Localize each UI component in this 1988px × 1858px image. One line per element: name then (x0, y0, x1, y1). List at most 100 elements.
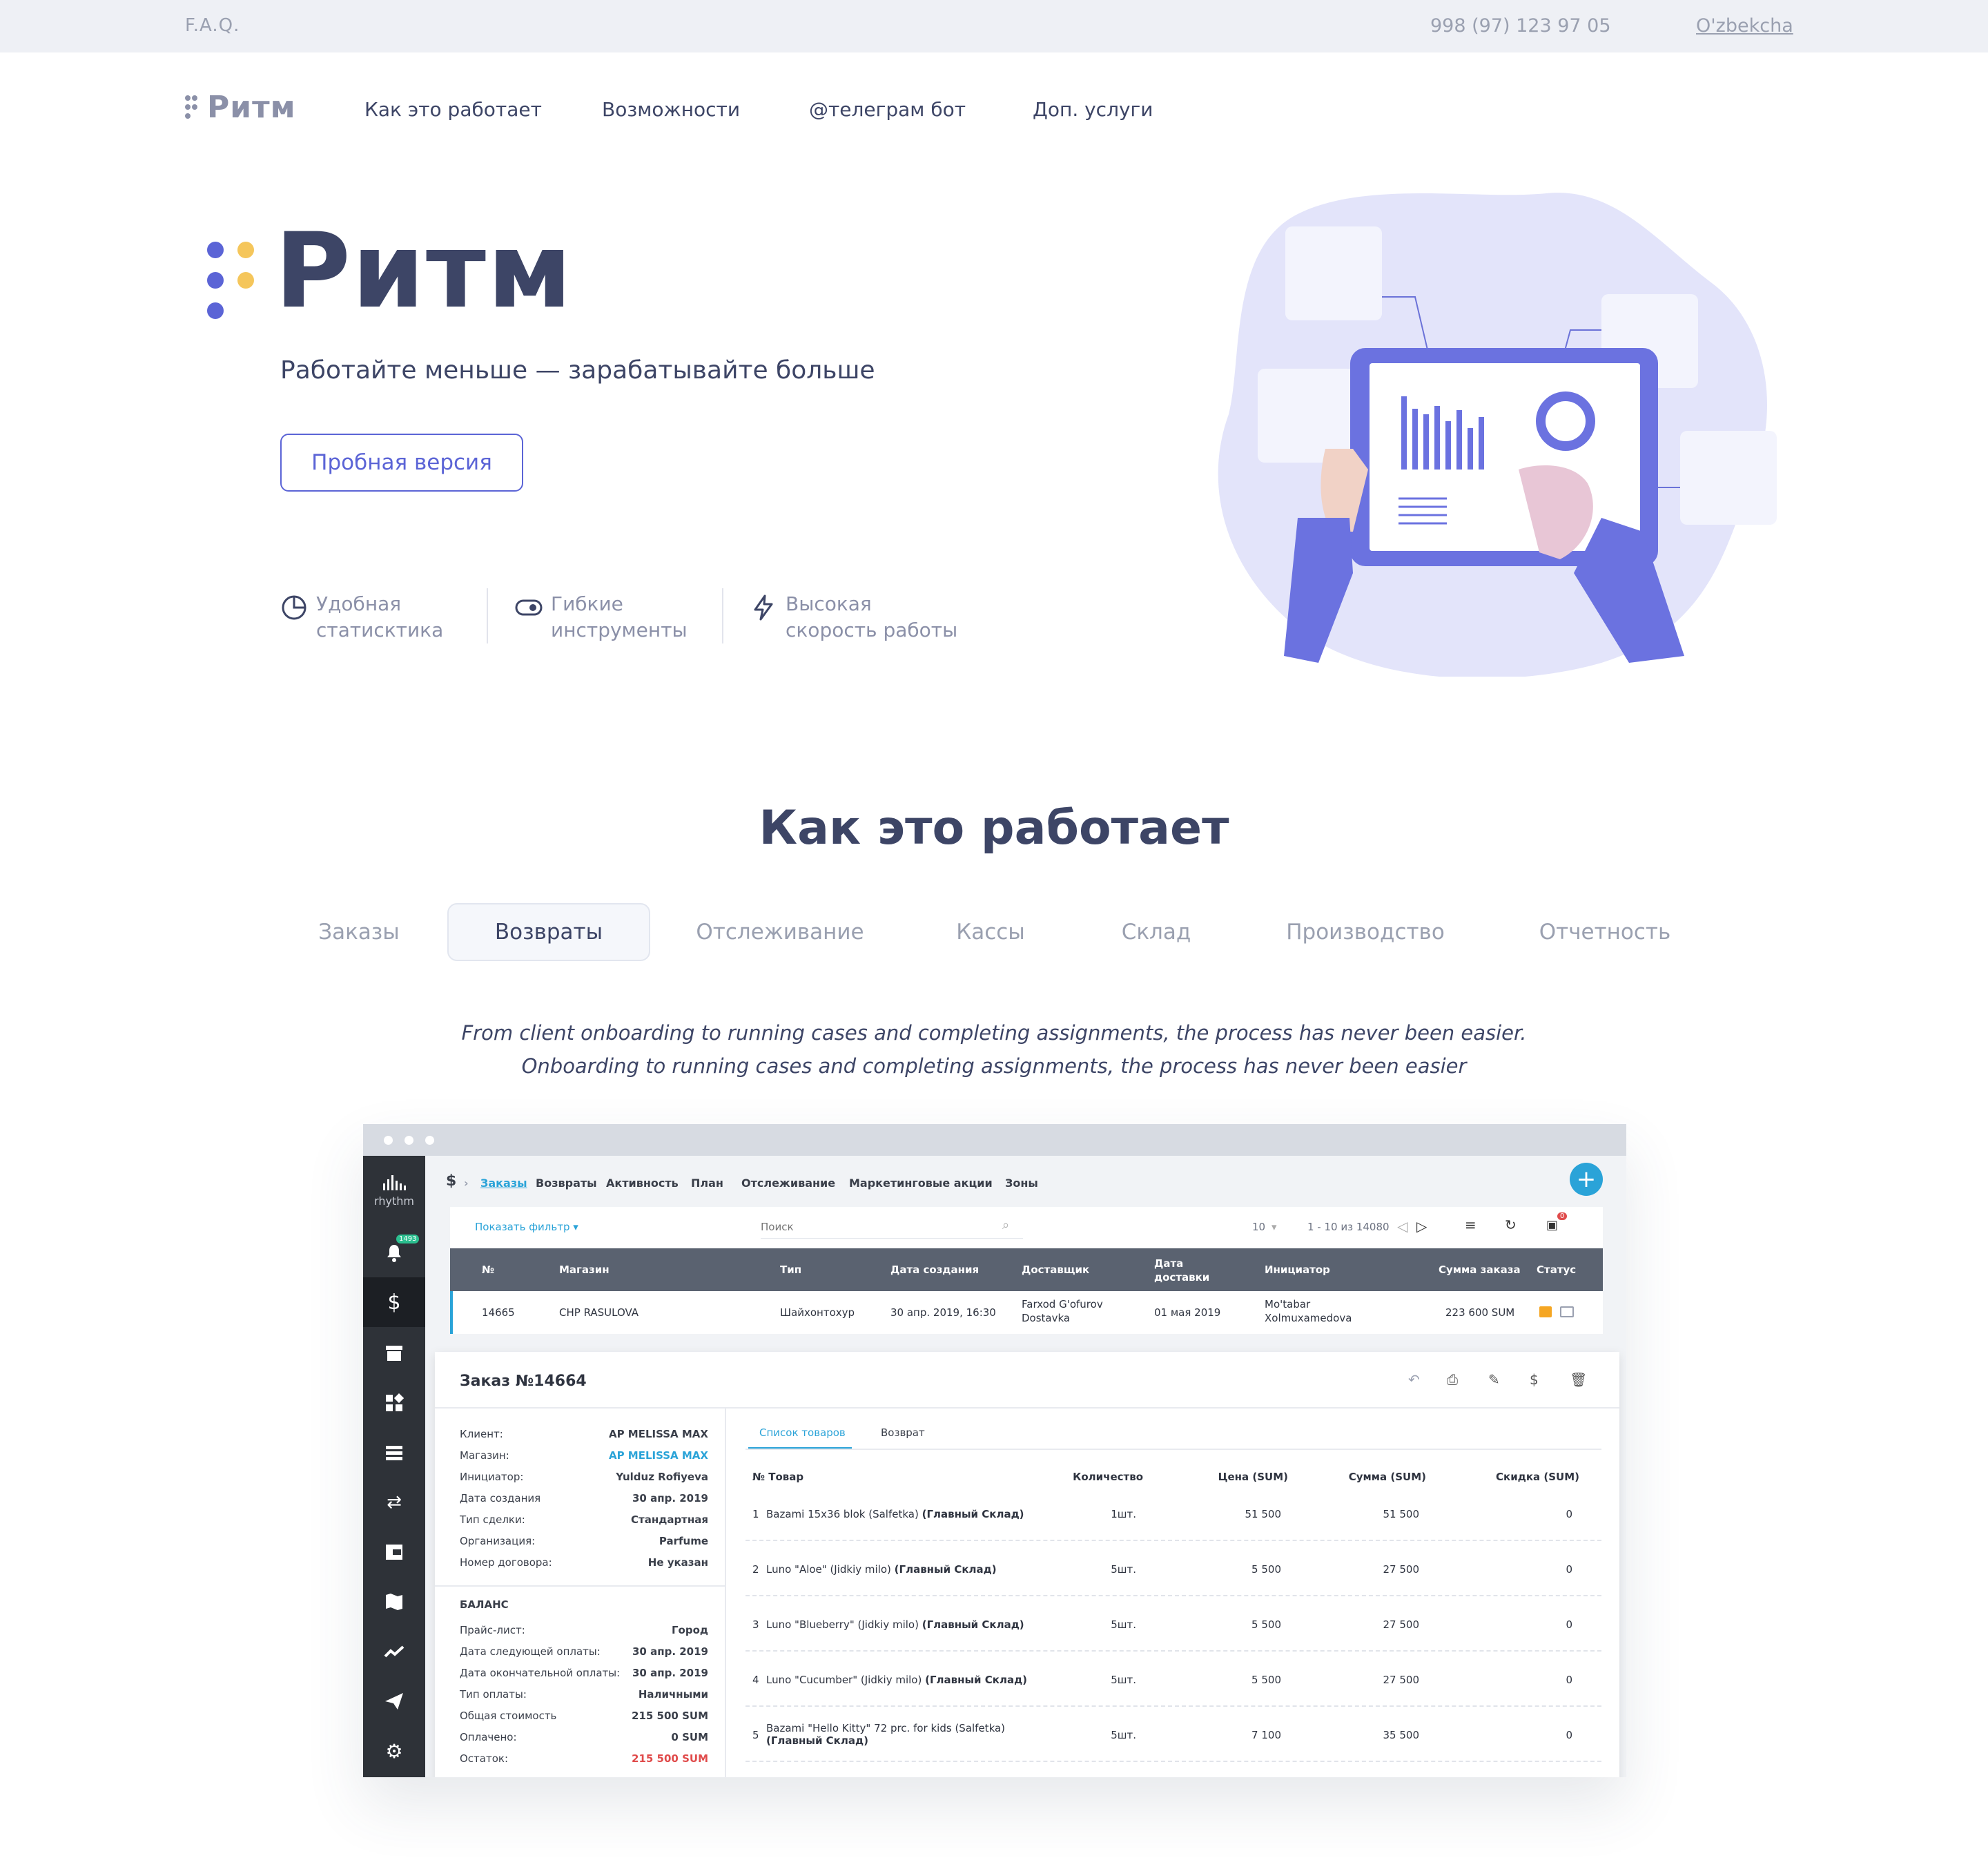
sidebar-item-settings[interactable]: ⚙ (363, 1726, 425, 1776)
sidebar-item-dashboard[interactable] (363, 1378, 425, 1428)
next-page-icon[interactable]: ▷ (1416, 1218, 1427, 1235)
nav-tab-activity[interactable]: Активность (606, 1177, 679, 1190)
nav-logo[interactable]: Ритм (185, 90, 296, 125)
item-quantity: 5шт. (1111, 1729, 1136, 1741)
field-value: 0 SUM (671, 1731, 708, 1743)
field-label: Оплачено: (460, 1731, 517, 1743)
sidebar-item-store[interactable] (363, 1328, 425, 1378)
prev-page-icon[interactable]: ◁ (1397, 1218, 1407, 1235)
field-paid: Оплачено: 0 SUM (460, 1731, 708, 1746)
feature-divider (722, 588, 723, 643)
nav-tab-tracking[interactable]: Отслеживание (741, 1177, 835, 1190)
sidebar-item-transfers[interactable]: ⇄ (363, 1478, 425, 1527)
column-header[interactable]: Тип (780, 1264, 801, 1276)
field-label: Остаток: (460, 1752, 509, 1765)
tab-item-list[interactable]: Список товаров (759, 1426, 846, 1439)
undo-icon[interactable]: ↶ (1408, 1371, 1420, 1388)
column-header[interactable]: Статус (1537, 1264, 1576, 1276)
column-header[interactable]: Инициатор (1265, 1264, 1330, 1276)
feature-divider (487, 588, 488, 643)
trending-up-icon (384, 1645, 405, 1658)
nav-tab-plan[interactable]: План (691, 1177, 723, 1190)
nav-item-extra-services[interactable]: Доп. услуги (1033, 98, 1153, 121)
pagination-range: 1 - 10 из 14080 (1307, 1221, 1390, 1233)
column-header[interactable]: Дата доставки (1154, 1257, 1209, 1284)
item-number: 1 (752, 1508, 759, 1520)
field-value[interactable]: AP MELISSA MAX (609, 1449, 708, 1462)
item-row[interactable]: 2 Luno "Aloe" (Jidkiy milo) (Главный Скла… (746, 1545, 1601, 1596)
item-warehouse: (Главный Склад) (766, 1734, 868, 1747)
tab-cash[interactable]: Кассы (946, 903, 1035, 961)
item-row[interactable]: 5 Bazami "Hello Kitty" 72 prc. for kids (… (746, 1711, 1601, 1762)
sidebar-item-map[interactable] (363, 1577, 425, 1627)
column-header[interactable]: Доставщик (1022, 1264, 1089, 1276)
app-logo[interactable]: rhythm (363, 1156, 425, 1225)
nav-tab-orders[interactable]: Заказы (480, 1177, 527, 1190)
search-icon: ⌕ (1002, 1218, 1010, 1232)
item-row[interactable]: 6Bazami "HAPPY PANDA" 120 prc. (Salfetka… (746, 1766, 1601, 1777)
cell-number: 14665 (482, 1306, 515, 1319)
column-header[interactable]: Магазин (559, 1264, 610, 1276)
print-icon[interactable]: ⎙ (1447, 1371, 1458, 1388)
nav-tab-zones[interactable]: Зоны (1005, 1177, 1038, 1190)
cart-icon[interactable]: ▣ (1546, 1218, 1558, 1232)
edit-icon[interactable]: ✎ (1488, 1371, 1500, 1388)
sidebar-item-list[interactable] (363, 1428, 425, 1478)
tab-warehouse[interactable]: Склад (1111, 903, 1201, 961)
show-filter-button[interactable]: Показать фильтр ▾ (475, 1221, 578, 1233)
field-initiator: Инициатор: Yulduz Rofiyeva (460, 1471, 708, 1486)
faq-link[interactable]: F.A.Q. (185, 15, 240, 36)
sidebar-item-notifications[interactable]: 1493 (363, 1228, 425, 1277)
tab-tracking[interactable]: Отслеживание (690, 903, 870, 961)
tab-orders[interactable]: Заказы (311, 903, 407, 961)
page-size-select[interactable]: 10 (1252, 1221, 1265, 1233)
chevron-down-icon: ▾ (1271, 1221, 1277, 1233)
sidebar-item-sales[interactable]: $ (363, 1277, 425, 1327)
table-row[interactable]: 14665 CHP RASULOVA Шайхонтохур 30 апр. 2… (450, 1291, 1603, 1334)
item-warehouse: (Главный Склад) (922, 1618, 1024, 1631)
item-sum: 35 500 (1383, 1729, 1420, 1741)
cell-type: Шайхонтохур (780, 1306, 855, 1319)
tab-return[interactable]: Возврат (881, 1426, 925, 1439)
add-button[interactable]: + (1570, 1163, 1603, 1196)
trial-version-button[interactable]: Пробная версия (280, 434, 523, 492)
nav-item-telegram-bot[interactable]: @телеграм бот (809, 98, 966, 121)
field-label: Общая стоимость (460, 1710, 557, 1722)
nav-tab-returns[interactable]: Возвраты (536, 1177, 597, 1190)
column-header[interactable]: Сумма заказа (1439, 1264, 1521, 1276)
sidebar-item-analytics[interactable] (363, 1627, 425, 1676)
field-label: Магазин: (460, 1449, 509, 1462)
tab-returns[interactable]: Возвраты (447, 903, 650, 961)
refresh-icon[interactable]: ↻ (1505, 1217, 1517, 1233)
nav-item-how-it-works[interactable]: Как это работает (364, 98, 542, 121)
field-value: 30 апр. 2019 (632, 1645, 708, 1658)
column-header[interactable]: Дата создания (890, 1264, 979, 1276)
cell-store: CHP RASULOVA (559, 1306, 639, 1319)
feature-label: скорость работы (786, 619, 958, 641)
nav-item-features[interactable]: Возможности (602, 98, 740, 121)
floating-card (1258, 369, 1354, 463)
tab-production[interactable]: Производство (1283, 903, 1448, 961)
lightning-icon (754, 594, 773, 621)
tab-reports[interactable]: Отчетность (1534, 903, 1676, 961)
sidebar-item-wallet[interactable] (363, 1527, 425, 1577)
sidebar-item-send[interactable] (363, 1676, 425, 1726)
phone-number[interactable]: 998 (97) 123 97 05 (1430, 15, 1611, 37)
item-row[interactable]: 1 Bazami 15x36 blok (Salfetka) (Главный С… (746, 1490, 1601, 1541)
no-payment-icon[interactable]: $ (1530, 1371, 1539, 1388)
item-row[interactable]: 3 Luno "Blueberry" (Jidkiy milo) (Главный… (746, 1600, 1601, 1652)
column-header[interactable]: № (482, 1264, 494, 1276)
search-input[interactable] (761, 1215, 1023, 1239)
field-value: Стандартная (631, 1513, 708, 1526)
language-switch-link[interactable]: O'zbekcha (1696, 15, 1793, 37)
column-settings-icon[interactable]: ≡ (1465, 1217, 1477, 1233)
item-sum: 51 500 (1383, 1508, 1420, 1520)
item-name: Bazami 15x36 blok (Salfetka) (Главный Ск… (766, 1508, 1024, 1520)
field-label: Дата следующей оплаты: (460, 1645, 601, 1658)
item-warehouse: (Главный Склад) (925, 1674, 1028, 1686)
delete-icon[interactable]: 🗑 (1570, 1371, 1587, 1388)
feature-tabs: Заказы Возвраты Отслеживание Кассы Склад… (0, 903, 1988, 961)
breadcrumb-root[interactable]: $ (446, 1172, 456, 1190)
nav-tab-marketing[interactable]: Маркетинговые акции (849, 1177, 993, 1190)
item-row[interactable]: 4 Luno "Cucumber" (Jidkiy milo) (Главный … (746, 1656, 1601, 1707)
